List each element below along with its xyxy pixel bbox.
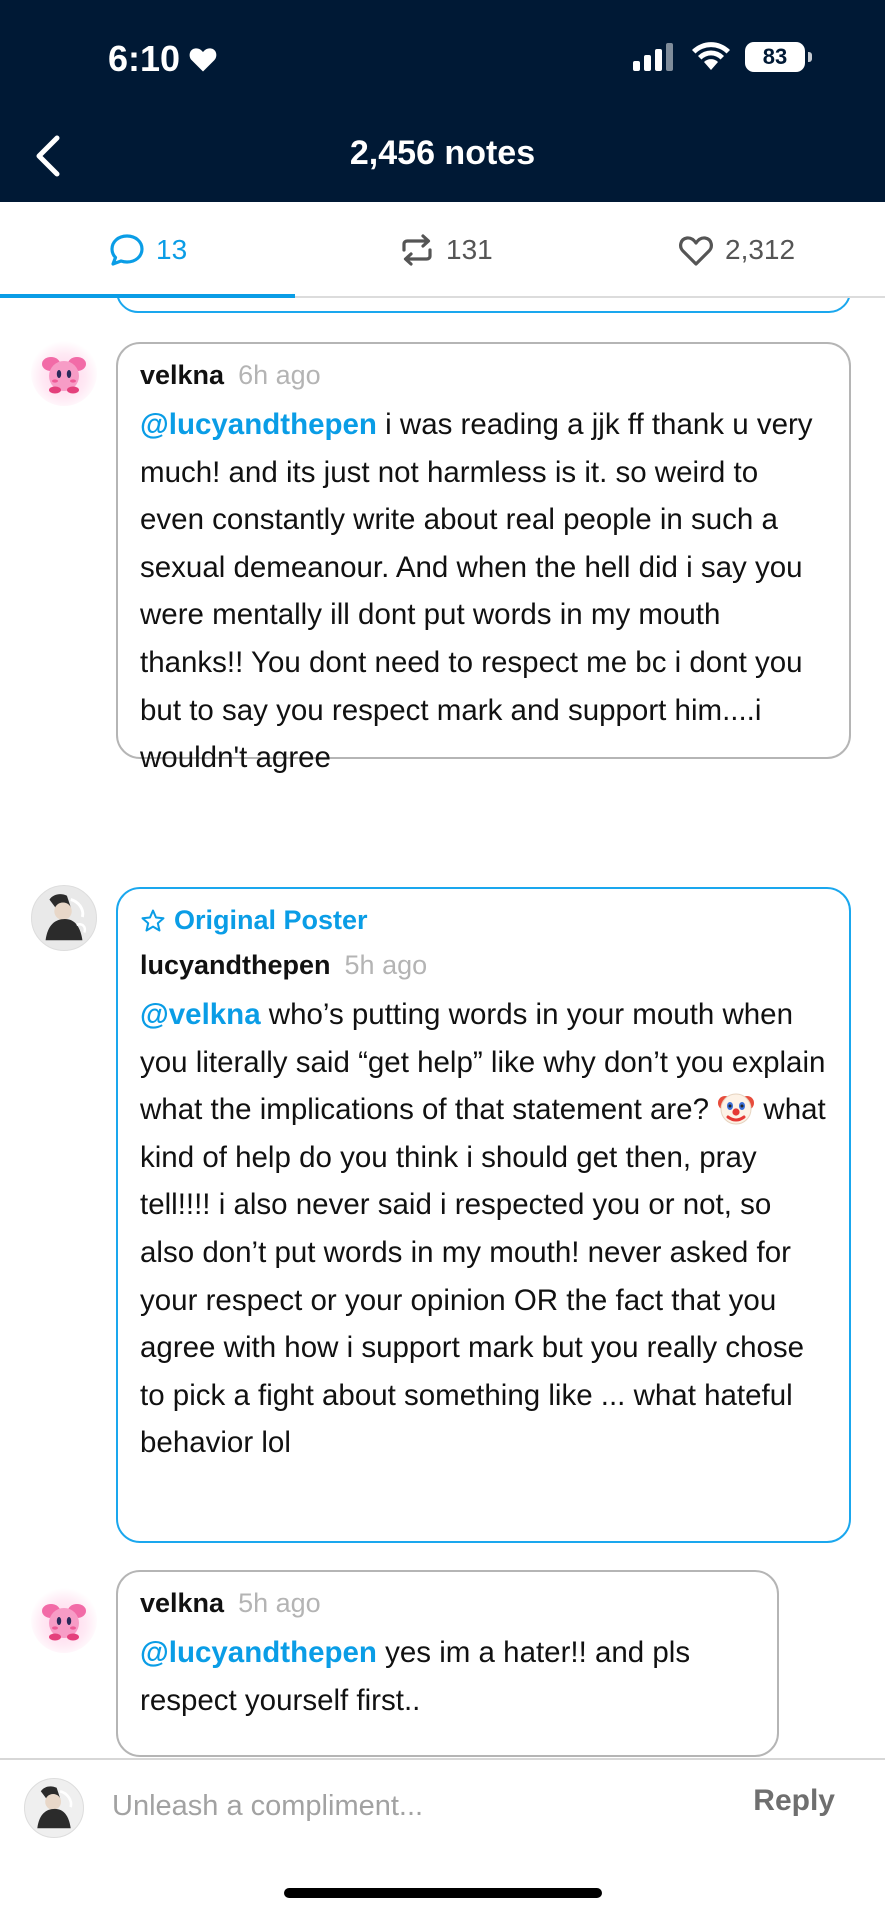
battery-indicator: 83 — [745, 42, 812, 72]
mention-link[interactable]: @velkna — [140, 998, 261, 1031]
reblog-icon — [402, 234, 432, 266]
comment-username[interactable]: velkna — [140, 1588, 224, 1619]
reply-composer: Reply — [0, 1758, 885, 1850]
comment-icon — [110, 234, 144, 266]
notes-tabs: 13 131 2,312 — [0, 202, 885, 298]
comment-meta: lucyandthepen 5h ago — [140, 950, 827, 981]
comment-timestamp: 6h ago — [238, 360, 321, 390]
cellular-signal-icon — [633, 43, 673, 71]
previous-comment-bubble — [116, 298, 851, 313]
comment-body: @lucyandthepen i was reading a jjk ff th… — [140, 408, 813, 775]
comment-username[interactable]: velkna — [140, 360, 224, 391]
kirby-avatar-icon — [42, 357, 86, 394]
reply-input[interactable] — [112, 1784, 672, 1828]
comment-bubble[interactable]: velkna 6h ago @lucyandthepen i was readi… — [116, 342, 851, 774]
comment-timestamp: 5h ago — [344, 950, 428, 980]
comment-body: @velkna who’s putting words in your mout… — [140, 998, 826, 1460]
mention-link[interactable]: @lucyandthepen — [140, 1636, 377, 1669]
profile-photo-icon — [37, 1786, 73, 1829]
star-icon — [141, 909, 165, 931]
avatar[interactable] — [31, 1587, 97, 1653]
comment-meta: velkna 5h ago — [140, 1588, 755, 1619]
heart-status-icon — [189, 48, 217, 72]
comment-username[interactable]: lucyandthepen — [140, 950, 331, 981]
status-time: 6:10 — [108, 38, 218, 80]
own-avatar — [24, 1778, 84, 1838]
wifi-icon — [692, 42, 730, 70]
status-indicators: 83 — [633, 42, 812, 72]
tab-likes[interactable]: 2,312 — [677, 202, 795, 298]
comment-timestamp: 5h ago — [238, 1588, 321, 1618]
comment-thread[interactable]: velkna 6h ago @lucyandthepen i was readi… — [0, 298, 885, 1758]
comment-bubble[interactable]: velkna 5h ago @lucyandthepen yes im a ha… — [116, 1570, 779, 1757]
avatar[interactable] — [31, 340, 97, 406]
clown-face-emoji-icon — [718, 1093, 755, 1125]
profile-photo-icon — [45, 894, 87, 941]
nav-bar: 2,456 notes — [0, 110, 885, 202]
page-title: 2,456 notes — [349, 134, 536, 172]
heart-icon — [679, 236, 713, 266]
comment-meta: velkna 6h ago — [140, 360, 827, 391]
avatar[interactable] — [31, 885, 97, 951]
home-indicator[interactable] — [284, 1888, 602, 1898]
op-comment-bubble[interactable]: Original Poster lucyandthepen 5h ago @ve… — [116, 887, 851, 1543]
comment-body: @lucyandthepen yes im a hater!! and pls … — [140, 1636, 691, 1717]
reply-button[interactable]: Reply — [753, 1784, 835, 1818]
kirby-avatar-icon — [42, 1604, 86, 1641]
mention-link[interactable]: @lucyandthepen — [140, 408, 377, 441]
original-poster-badge: Original Poster — [140, 905, 827, 936]
tab-replies[interactable]: 13 — [108, 202, 187, 298]
status-bar: 6:10 83 — [0, 0, 885, 110]
tab-reblogs[interactable]: 131 — [398, 202, 493, 298]
